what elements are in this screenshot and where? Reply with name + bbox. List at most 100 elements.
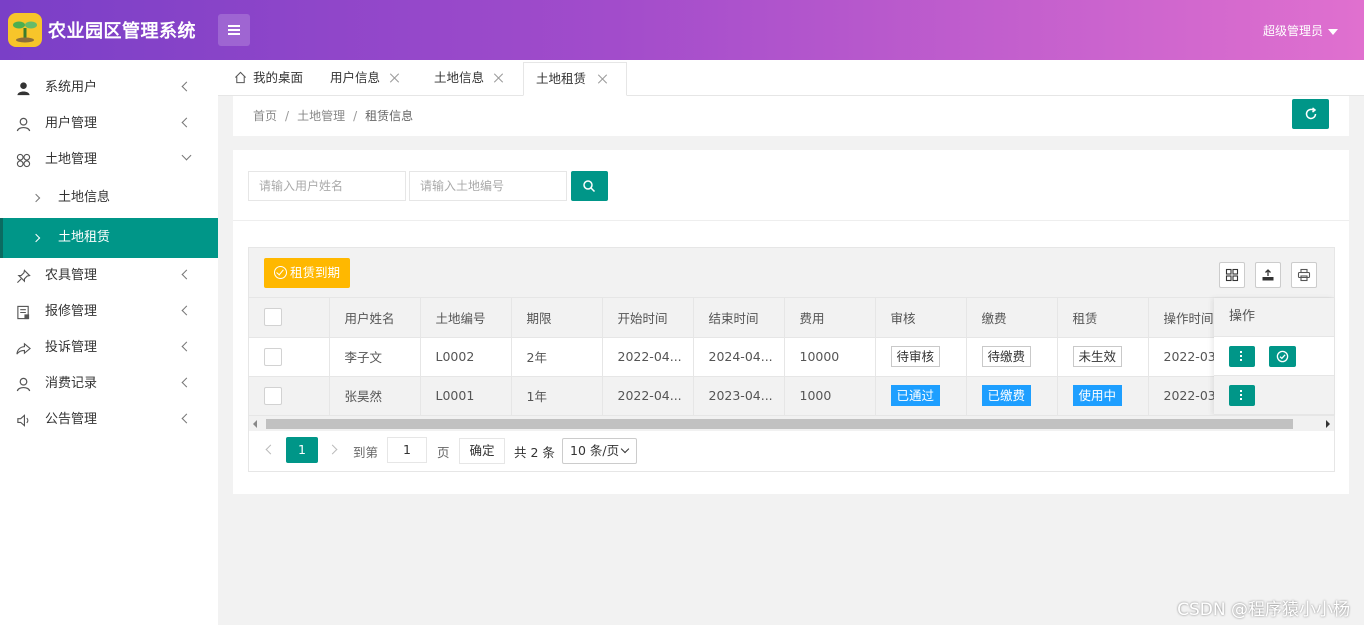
- cell-fee: 1000: [784, 376, 876, 416]
- sidebar-item-land-management[interactable]: 土地管理: [0, 142, 218, 178]
- tab-land-info[interactable]: 土地信息: [422, 62, 524, 96]
- table-row: 张昊然 L0001 1年 2022-04... 2023-04... 1000 …: [249, 376, 1240, 416]
- sidebar: 系统用户 用户管理 土地管理 土地信息 土地租赁 农具管理 报修管理 投诉管理 …: [0, 60, 218, 625]
- export-button[interactable]: [1255, 262, 1281, 288]
- cell-user-name: 张昊然: [329, 376, 421, 416]
- page-number-input[interactable]: 1: [387, 437, 427, 463]
- tab-land-lease[interactable]: 土地租赁: [523, 62, 627, 96]
- horizontal-scrollbar[interactable]: [249, 415, 1334, 431]
- column-header[interactable]: 土地编号: [420, 298, 512, 338]
- page-size-select[interactable]: 10 条/页: [562, 438, 637, 464]
- columns-filter-button[interactable]: [1219, 262, 1245, 288]
- menu-toggle-button[interactable]: [218, 14, 250, 46]
- tab-my-desktop[interactable]: 我的桌面: [222, 62, 318, 96]
- sidebar-item-announcements[interactable]: 公告管理: [0, 402, 218, 438]
- search-button[interactable]: [571, 171, 608, 201]
- chevron-down-icon: [620, 444, 630, 454]
- close-icon[interactable]: [390, 73, 400, 83]
- check-circle-icon: [1276, 350, 1289, 363]
- print-icon: [1297, 268, 1311, 282]
- row-checkbox[interactable]: [264, 386, 282, 405]
- main-card: 请输入用户姓名 请输入土地编号 租赁到期 用户姓名 土地编号 期限 开始时间 结…: [233, 150, 1349, 494]
- pin-icon: [17, 269, 31, 283]
- more-actions-button[interactable]: [1229, 385, 1255, 406]
- lease-table: 用户姓名 土地编号 期限 开始时间 结束时间 费用 审核 缴费 租赁 操作时间 …: [249, 298, 1240, 416]
- column-header[interactable]: 用户姓名: [329, 298, 421, 338]
- top-header: 农业园区管理系统 超级管理员: [0, 0, 1364, 60]
- person-filled-icon: [17, 82, 30, 96]
- breadcrumb-home[interactable]: 首页: [253, 109, 277, 123]
- cell-term: 1年: [511, 376, 603, 416]
- user-name: 超级管理员: [1262, 24, 1323, 38]
- home-icon: [235, 71, 246, 84]
- scroll-left-icon[interactable]: [253, 420, 257, 428]
- column-header[interactable]: 租赁: [1057, 298, 1149, 338]
- breadcrumb-current: 租赁信息: [365, 109, 414, 123]
- approve-button[interactable]: [1269, 346, 1296, 367]
- report-icon: [17, 305, 30, 320]
- sidebar-item-repairs[interactable]: 报修管理: [0, 294, 218, 330]
- sidebar-item-tools[interactable]: 农具管理: [0, 258, 218, 294]
- share-arrow-icon: [16, 342, 31, 355]
- sidebar-subitem-land-info[interactable]: 土地信息: [0, 178, 218, 218]
- print-button[interactable]: [1291, 262, 1317, 288]
- close-icon[interactable]: [598, 74, 608, 84]
- column-header[interactable]: 缴费: [966, 298, 1058, 338]
- app-title: 农业园区管理系统: [48, 21, 196, 42]
- sidebar-item-consumption[interactable]: 消费记录: [0, 366, 218, 402]
- cell-start-time: 2022-04...: [602, 376, 694, 416]
- sidebar-item-label: 系统用户: [45, 80, 98, 95]
- close-icon[interactable]: [494, 73, 504, 83]
- breadcrumb-section[interactable]: 土地管理: [297, 109, 345, 123]
- column-header[interactable]: 期限: [511, 298, 603, 338]
- row-select-cell: [249, 376, 330, 416]
- total-count: 共 2 条: [514, 445, 555, 460]
- refresh-button[interactable]: [1292, 99, 1329, 129]
- prev-page-icon[interactable]: [265, 444, 276, 455]
- lease-status-badge: 使用中: [1072, 385, 1123, 406]
- sidebar-item-label: 土地管理: [45, 152, 98, 167]
- more-vertical-icon: [1240, 351, 1242, 353]
- next-page-icon[interactable]: [327, 444, 338, 455]
- land-code-search-input[interactable]: 请输入土地编号: [409, 171, 567, 201]
- payment-status-badge: 待缴费: [981, 346, 1032, 367]
- tab-label: 我的桌面: [253, 70, 304, 85]
- person-outline-icon: [16, 117, 31, 132]
- pagination: 1 到第 1 页 确定 共 2 条 10 条/页: [249, 432, 1334, 472]
- cell-end-time: 2023-04...: [693, 376, 785, 416]
- goto-confirm-button[interactable]: 确定: [459, 438, 505, 464]
- sidebar-item-complaints[interactable]: 投诉管理: [0, 330, 218, 366]
- sidebar-item-label: 投诉管理: [45, 340, 98, 355]
- sidebar-item-label: 消费记录: [45, 376, 98, 391]
- lease-expire-button[interactable]: 租赁到期: [264, 258, 351, 288]
- search-icon: [583, 180, 596, 193]
- scrollbar-thumb[interactable]: [266, 419, 1293, 429]
- user-menu[interactable]: 超级管理员: [1263, 22, 1338, 39]
- column-header[interactable]: 费用: [784, 298, 876, 338]
- sidebar-subitem-land-lease[interactable]: 土地租赁: [0, 218, 218, 258]
- cell-end-time: 2024-04...: [693, 337, 785, 377]
- columns-icon: [1225, 268, 1239, 282]
- tab-label: 土地信息: [434, 70, 485, 85]
- row-checkbox[interactable]: [264, 347, 282, 366]
- cell-user-name: 李子文: [329, 337, 421, 377]
- tab-user-info[interactable]: 用户信息: [318, 62, 422, 96]
- column-header[interactable]: 审核: [875, 298, 967, 338]
- current-page-button[interactable]: 1: [286, 437, 318, 463]
- chevron-left-icon: [181, 413, 192, 424]
- select-all-checkbox[interactable]: [264, 308, 282, 327]
- user-name-search-input[interactable]: 请输入用户姓名: [248, 171, 406, 201]
- sidebar-item-system-users[interactable]: 系统用户: [0, 70, 218, 106]
- column-header[interactable]: 开始时间: [602, 298, 694, 338]
- chevron-right-icon: [31, 193, 41, 203]
- sidebar-item-user-management[interactable]: 用户管理: [0, 106, 218, 142]
- lease-expire-label: 租赁到期: [290, 265, 341, 280]
- lease-status-badge: 未生效: [1072, 346, 1123, 367]
- cell-lease: 未生效: [1057, 337, 1149, 377]
- cell-lease: 使用中: [1057, 376, 1149, 416]
- column-header[interactable]: 结束时间: [693, 298, 785, 338]
- more-actions-button[interactable]: [1229, 346, 1255, 367]
- audit-status-badge: 待审核: [890, 346, 941, 367]
- tab-bar: 我的桌面 用户信息 土地信息 土地租赁: [218, 60, 1364, 96]
- scroll-right-icon[interactable]: [1326, 420, 1330, 428]
